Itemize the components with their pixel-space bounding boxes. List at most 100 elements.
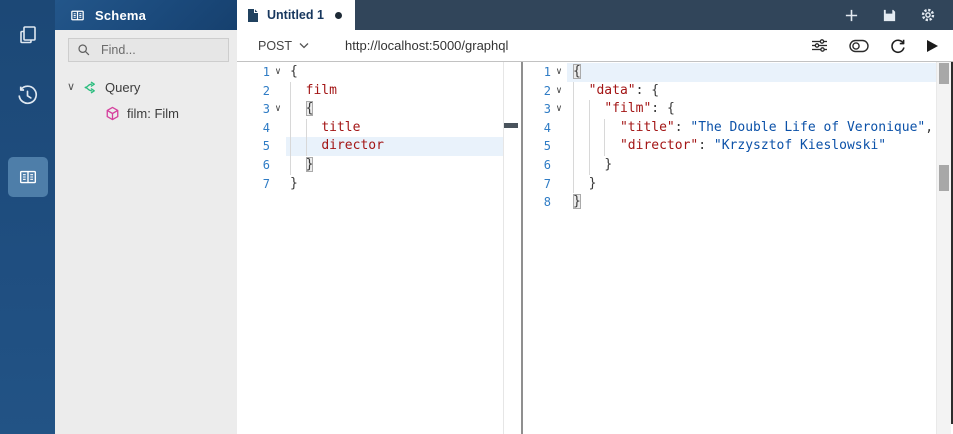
code-line[interactable]: 6 }	[237, 155, 503, 175]
query-overview-ruler[interactable]	[503, 62, 521, 434]
settings-button[interactable]	[920, 7, 936, 23]
new-tab-button[interactable]	[844, 8, 859, 23]
code-line-content[interactable]: {	[286, 100, 503, 119]
file-icon	[247, 8, 259, 23]
line-number: 6	[262, 157, 270, 172]
run-button[interactable]	[927, 39, 938, 52]
code-line[interactable]: 4 "title": "The Double Life of Veronique…	[523, 118, 936, 138]
code-line[interactable]: 7}	[237, 175, 503, 194]
line-number: 4	[262, 120, 270, 135]
code-line[interactable]: 1 ∨ {	[237, 63, 503, 82]
save-button[interactable]	[882, 8, 897, 23]
fold-chevron-icon[interactable]: ∨	[270, 100, 286, 119]
code-line[interactable]: 2 film	[237, 81, 503, 101]
code-line-content[interactable]: film	[286, 81, 503, 101]
url-input[interactable]: http://localhost:5000/graphql	[345, 38, 508, 53]
code-line[interactable]: 3 ∨ {	[237, 100, 503, 119]
fold-chevron-icon[interactable]: ∨	[270, 63, 286, 82]
code-line-content[interactable]: {	[567, 63, 936, 82]
indent-guide	[588, 137, 590, 156]
fold-chevron-icon[interactable]: ∨	[551, 63, 567, 82]
response-scrollbar[interactable]	[935, 62, 951, 434]
schema-tree: ∨ Query film: Film	[55, 74, 237, 126]
code-token: title	[321, 119, 361, 135]
query-pane: 1 ∨{2 film 3 ∨ {4 title 5 director 6 } 7}	[237, 62, 521, 434]
floppy-icon	[882, 8, 897, 23]
code-token: {	[305, 101, 314, 117]
code-line[interactable]: 1 ∨ {	[523, 63, 936, 82]
chevron-down-icon[interactable]: ∨	[63, 81, 79, 93]
query-editor[interactable]: 1 ∨{2 film 3 ∨ {4 title 5 director 6 } 7}	[237, 63, 521, 193]
refresh-button[interactable]	[890, 38, 906, 54]
nav-schema-docs[interactable]	[0, 150, 55, 204]
code-line[interactable]: 4 title	[237, 118, 503, 138]
code-line-content[interactable]: "title": "The Double Life of Veronique",	[567, 118, 936, 138]
code-token: :	[651, 101, 667, 117]
line-number: 2	[543, 83, 551, 98]
nav-collections[interactable]	[0, 8, 55, 62]
indent-guide	[588, 155, 590, 175]
code-line-content[interactable]: title	[286, 118, 503, 138]
code-token: {	[290, 64, 298, 79]
tab-untitled-1[interactable]: Untitled 1	[237, 0, 355, 30]
code-line-content[interactable]: director	[286, 137, 503, 156]
nav-history[interactable]	[0, 68, 55, 122]
chevron-down-icon	[292, 42, 309, 49]
response-editor[interactable]: 1 ∨{2 ∨ "data": {3 ∨ "film": {4 "title": "T…	[523, 63, 953, 212]
pages-icon	[16, 23, 40, 47]
book-icon	[7, 157, 48, 197]
schema-search-box[interactable]	[68, 38, 264, 62]
code-line[interactable]: 6 }	[523, 155, 936, 175]
method-select[interactable]: POST	[258, 39, 309, 53]
tree-item-query[interactable]: ∨ Query	[55, 74, 237, 100]
code-line-content[interactable]: }	[286, 155, 503, 175]
code-token: :	[698, 138, 714, 154]
code-line-content[interactable]: {	[286, 63, 503, 82]
fold-chevron-icon[interactable]: ∨	[551, 82, 567, 101]
code-line-content[interactable]: }	[286, 175, 503, 194]
scrollbar-thumb[interactable]	[938, 63, 949, 84]
code-token: }	[305, 156, 314, 172]
code-token: "data"	[588, 82, 636, 98]
indent-guide	[573, 100, 574, 119]
code-line-content[interactable]: "director": "Krzysztof Kieslowski"	[567, 137, 936, 156]
fold-chevron-icon[interactable]: ∨	[551, 100, 567, 119]
request-options-button[interactable]	[811, 38, 828, 53]
code-line-content[interactable]: }	[567, 193, 936, 212]
history-icon	[15, 83, 40, 108]
toggle-variables-button[interactable]	[849, 39, 869, 53]
code-line[interactable]: 3 ∨ "film": {	[523, 100, 936, 119]
request-bar: POST http://localhost:5000/graphql	[237, 30, 953, 62]
line-number: 7	[543, 176, 551, 191]
indent-guide	[604, 137, 606, 156]
code-line[interactable]: 5 director	[237, 137, 503, 156]
toggle-icon	[849, 39, 869, 53]
tree-item-film[interactable]: film: Film	[55, 100, 237, 126]
line-number: 7	[262, 176, 270, 191]
code-line[interactable]: 5 "director": "Krzysztof Kieslowski"	[523, 137, 936, 156]
code-line-content[interactable]: "film": {	[567, 100, 936, 119]
code-line-content[interactable]: }	[567, 174, 936, 194]
tab-title: Untitled 1	[267, 8, 324, 22]
indent-guide	[573, 155, 574, 175]
indent-guide	[604, 118, 606, 138]
code-token: ,	[925, 119, 934, 135]
ruler-decoration	[504, 123, 518, 128]
code-line[interactable]: 7 }	[523, 174, 936, 194]
code-line[interactable]: 2 ∨ "data": {	[523, 81, 936, 101]
code-line-content[interactable]: "data": {	[567, 81, 936, 101]
scrollbar-decoration	[938, 165, 949, 191]
code-line-content[interactable]: }	[567, 155, 936, 175]
code-line[interactable]: 8}	[523, 193, 936, 212]
editors-area: 1 ∨{2 film 3 ∨ {4 title 5 director 6 } 7} 1 ∨{2…	[237, 62, 953, 434]
line-number: 5	[543, 139, 551, 154]
tree-item-label: film: Film	[127, 105, 179, 121]
